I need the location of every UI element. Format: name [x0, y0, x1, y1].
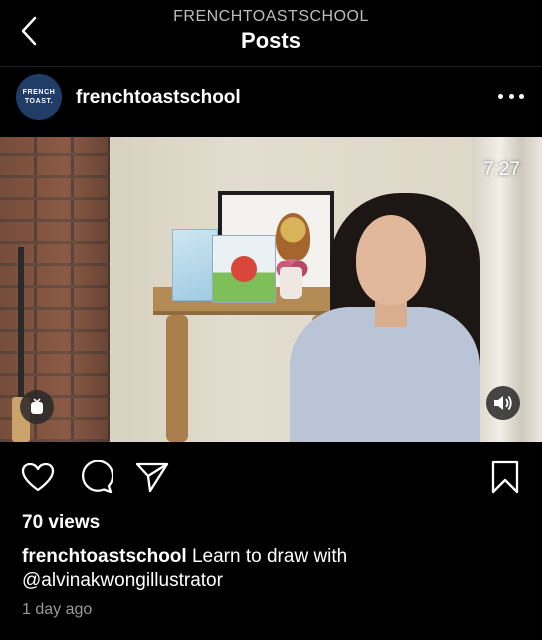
post-video[interactable]: 7:27 — [0, 137, 542, 442]
page-title: Posts — [241, 28, 301, 53]
save-button[interactable] — [487, 459, 523, 495]
comment-icon — [81, 460, 113, 494]
like-button[interactable] — [20, 459, 56, 495]
send-icon — [135, 462, 169, 493]
post-timestamp: 1 day ago — [22, 601, 93, 618]
bookmark-icon — [491, 460, 519, 494]
top-nav-header: FRENCHTOASTSCHOOL Posts — [0, 0, 542, 66]
avatar-text-line-2: TOAST. — [24, 98, 54, 105]
post-action-bar — [0, 442, 542, 512]
vase — [280, 267, 302, 299]
post-username[interactable]: frenchtoastschool — [76, 87, 241, 109]
caption-username[interactable]: frenchtoastschool — [22, 546, 187, 567]
post-header: FRENCH TOAST. frenchtoastschool — [0, 67, 542, 137]
video-duration: 7:27 — [483, 159, 520, 180]
heart-icon — [21, 462, 55, 492]
igtv-button[interactable] — [20, 390, 54, 424]
sound-toggle-button[interactable] — [486, 386, 520, 420]
more-options-button[interactable] — [498, 87, 524, 105]
share-button[interactable] — [134, 459, 170, 495]
comment-button[interactable] — [78, 459, 114, 495]
view-count[interactable]: 70 views — [22, 512, 100, 534]
more-horizontal-icon — [498, 93, 503, 99]
book-cover — [212, 235, 276, 303]
avatar-text-line-1: FRENCH — [22, 89, 56, 96]
post-caption: frenchtoastschool Learn to draw with @al… — [22, 545, 522, 593]
igtv-icon — [31, 398, 43, 414]
avatar[interactable]: FRENCH TOAST. — [16, 74, 62, 120]
speaker-icon — [494, 395, 512, 411]
account-name-label: FRENCHTOASTSCHOOL — [173, 8, 369, 25]
